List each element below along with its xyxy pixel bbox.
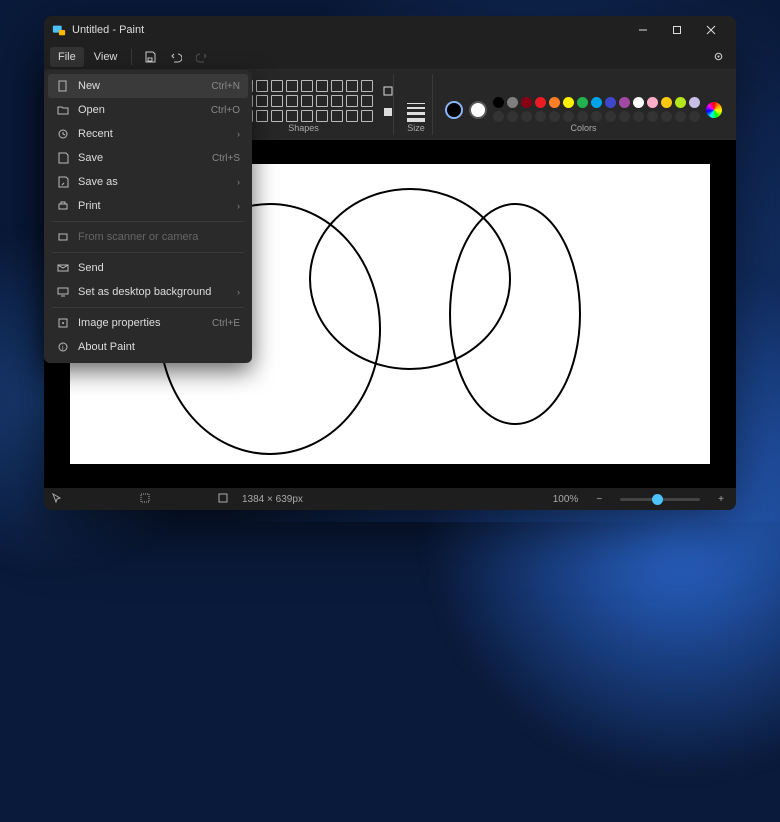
menu-item-save[interactable]: SaveCtrl+S bbox=[48, 146, 248, 170]
palette-swatch[interactable] bbox=[661, 111, 672, 122]
menu-item-send[interactable]: Send bbox=[48, 256, 248, 280]
canvas-dimensions: 1384 × 639px bbox=[242, 494, 303, 505]
menubar: File View bbox=[44, 44, 736, 70]
palette-swatch[interactable] bbox=[605, 111, 616, 122]
desktop-icon bbox=[56, 285, 70, 299]
send-icon bbox=[56, 261, 70, 275]
about-icon: i bbox=[56, 340, 70, 354]
save-icon bbox=[56, 151, 70, 165]
palette-swatch[interactable] bbox=[661, 97, 672, 108]
titlebar: Untitled - Paint bbox=[44, 16, 736, 44]
open-icon bbox=[56, 103, 70, 117]
undo-icon[interactable] bbox=[164, 46, 188, 68]
zoom-slider[interactable] bbox=[620, 498, 700, 501]
shape-fill-icon[interactable] bbox=[379, 103, 397, 121]
palette-swatch[interactable] bbox=[563, 111, 574, 122]
zoom-level: 100% bbox=[553, 494, 579, 505]
menu-separator bbox=[52, 221, 244, 222]
palette-swatch[interactable] bbox=[605, 97, 616, 108]
size-label: Size bbox=[407, 123, 425, 133]
palette-swatch[interactable] bbox=[549, 111, 560, 122]
palette-swatch[interactable] bbox=[675, 97, 686, 108]
palette-swatch[interactable] bbox=[535, 111, 546, 122]
print-icon bbox=[56, 199, 70, 213]
palette-swatch[interactable] bbox=[507, 97, 518, 108]
ribbon-group-size: Size bbox=[400, 74, 433, 135]
palette-swatch[interactable] bbox=[633, 97, 644, 108]
palette-swatch[interactable] bbox=[577, 97, 588, 108]
colors-label: Colors bbox=[570, 123, 596, 133]
zoom-out-button[interactable]: − bbox=[592, 494, 606, 505]
palette-swatch[interactable] bbox=[647, 111, 658, 122]
palette-swatch[interactable] bbox=[647, 97, 658, 108]
menu-item-image-properties[interactable]: Image propertiesCtrl+E bbox=[48, 311, 248, 335]
color-1-swatch[interactable] bbox=[445, 101, 463, 119]
palette-swatch[interactable] bbox=[689, 97, 700, 108]
palette-swatch[interactable] bbox=[619, 111, 630, 122]
palette-swatch[interactable] bbox=[633, 111, 644, 122]
minimize-button[interactable] bbox=[626, 16, 660, 44]
menu-item-print[interactable]: Print› bbox=[48, 194, 248, 218]
palette-swatch[interactable] bbox=[591, 97, 602, 108]
shape-outline-icon[interactable] bbox=[379, 82, 397, 100]
scanner-icon bbox=[56, 230, 70, 244]
palette-swatch[interactable] bbox=[493, 97, 504, 108]
palette-swatch[interactable] bbox=[577, 111, 588, 122]
menu-item-new[interactable]: NewCtrl+N bbox=[48, 74, 248, 98]
menu-item-save-as[interactable]: Save as› bbox=[48, 170, 248, 194]
edit-colors-icon[interactable] bbox=[706, 102, 722, 118]
props-icon bbox=[56, 316, 70, 330]
menu-item-recent[interactable]: Recent› bbox=[48, 122, 248, 146]
recent-icon bbox=[56, 127, 70, 141]
window-title: Untitled - Paint bbox=[72, 24, 144, 36]
close-button[interactable] bbox=[694, 16, 728, 44]
palette-swatch[interactable] bbox=[675, 111, 686, 122]
palette-swatch[interactable] bbox=[563, 97, 574, 108]
image-size-icon bbox=[218, 493, 228, 506]
save-icon[interactable] bbox=[138, 46, 162, 68]
palette-swatch[interactable] bbox=[521, 111, 532, 122]
menu-item-about-paint[interactable]: iAbout Paint bbox=[48, 335, 248, 359]
palette-swatch[interactable] bbox=[549, 97, 560, 108]
menu-separator bbox=[52, 307, 244, 308]
redo-icon[interactable] bbox=[190, 46, 214, 68]
settings-icon[interactable] bbox=[706, 46, 730, 68]
paint-logo-icon bbox=[52, 23, 66, 37]
file-menu-dropdown: NewCtrl+NOpenCtrl+ORecent›SaveCtrl+SSave… bbox=[44, 70, 252, 363]
statusbar: 1384 × 639px 100% − + bbox=[44, 488, 736, 510]
palette-swatch[interactable] bbox=[493, 111, 504, 122]
menu-item-set-as-desktop-background[interactable]: Set as desktop background› bbox=[48, 280, 248, 304]
zoom-in-button[interactable]: + bbox=[714, 494, 728, 505]
palette-swatch[interactable] bbox=[535, 97, 546, 108]
menu-item-from-scanner-or-camera: From scanner or camera bbox=[48, 225, 248, 249]
size-button[interactable] bbox=[406, 103, 426, 122]
color-palette[interactable] bbox=[493, 97, 700, 122]
new-doc-icon bbox=[56, 79, 70, 93]
palette-swatch[interactable] bbox=[591, 111, 602, 122]
menu-separator bbox=[52, 252, 244, 253]
menu-file[interactable]: File bbox=[50, 47, 84, 67]
selection-size-icon bbox=[140, 493, 150, 506]
saveas-icon bbox=[56, 175, 70, 189]
cursor-position-icon bbox=[52, 493, 62, 506]
shapes-label: Shapes bbox=[288, 123, 319, 133]
menu-separator bbox=[131, 49, 132, 65]
palette-swatch[interactable] bbox=[521, 97, 532, 108]
maximize-button[interactable] bbox=[660, 16, 694, 44]
palette-swatch[interactable] bbox=[507, 111, 518, 122]
ribbon-group-colors: Colors bbox=[439, 74, 728, 135]
menu-view[interactable]: View bbox=[86, 47, 126, 67]
color-2-swatch[interactable] bbox=[469, 101, 487, 119]
palette-swatch[interactable] bbox=[689, 111, 700, 122]
palette-swatch[interactable] bbox=[619, 97, 630, 108]
menu-item-open[interactable]: OpenCtrl+O bbox=[48, 98, 248, 122]
